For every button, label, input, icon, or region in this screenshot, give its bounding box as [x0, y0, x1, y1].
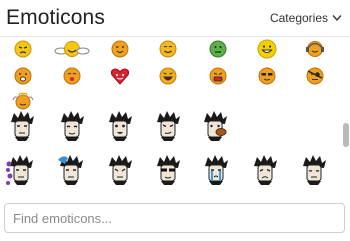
- find-emoticons-input[interactable]: [4, 203, 345, 233]
- crying-smiley-emoticon[interactable]: [8, 62, 38, 90]
- wilson-neutral-emoticon[interactable]: [7, 109, 37, 143]
- kiss-smiley-emoticon[interactable]: [57, 62, 87, 90]
- cool-smiley-emoticon[interactable]: [252, 62, 282, 90]
- blush-smiley-emoticon[interactable]: [153, 37, 183, 63]
- laughing-smiley-emoticon[interactable]: [153, 62, 183, 90]
- wink-smiley-emoticon[interactable]: [105, 37, 135, 63]
- wilson-wide-emoticon[interactable]: [105, 109, 135, 143]
- chevron-down-icon: [332, 15, 342, 21]
- thumbs-up-smiley-emoticon[interactable]: [52, 37, 92, 63]
- emoticon-row: [0, 153, 340, 193]
- pirate-smiley-emoticon[interactable]: [300, 62, 330, 90]
- scrollbar-thumb[interactable]: [343, 123, 349, 147]
- wilson-sunglasses-emoticon[interactable]: [153, 153, 183, 191]
- wilson-sweat-emoticon[interactable]: [105, 153, 135, 191]
- categories-dropdown[interactable]: Categories: [270, 11, 342, 25]
- wilson-sleepy-emoticon[interactable]: [299, 153, 329, 191]
- wilson-calm-emoticon[interactable]: [57, 109, 87, 143]
- categories-label: Categories: [269, 11, 328, 25]
- search-bar: [0, 196, 350, 241]
- green-sick-smiley-emoticon[interactable]: [203, 37, 233, 63]
- emoticon-grid[interactable]: [0, 37, 350, 196]
- wilson-sad-emoticon[interactable]: [250, 153, 280, 191]
- heart-smiley-emoticon[interactable]: [105, 62, 135, 90]
- emoticon-row: [0, 37, 340, 65]
- red-mouth-smiley-emoticon[interactable]: [203, 62, 233, 90]
- wilson-eating-emoticon[interactable]: [201, 109, 231, 143]
- emoticon-row: [0, 109, 340, 145]
- headphones-smiley-emoticon[interactable]: [300, 37, 330, 63]
- wilson-blue-emoticon[interactable]: [55, 153, 85, 191]
- angry-smiley-emoticon[interactable]: [8, 37, 38, 63]
- emoticons-header: Emoticons Categories: [0, 0, 350, 36]
- wilson-purple-emoticon[interactable]: [5, 153, 35, 191]
- panel-title: Emoticons: [6, 6, 105, 29]
- wilson-smirk-emoticon[interactable]: [153, 109, 183, 143]
- wilson-crying-emoticon[interactable]: [201, 153, 231, 191]
- emoticon-grid-scrollbar[interactable]: [340, 37, 350, 196]
- grin-smiley-emoticon[interactable]: [252, 37, 282, 63]
